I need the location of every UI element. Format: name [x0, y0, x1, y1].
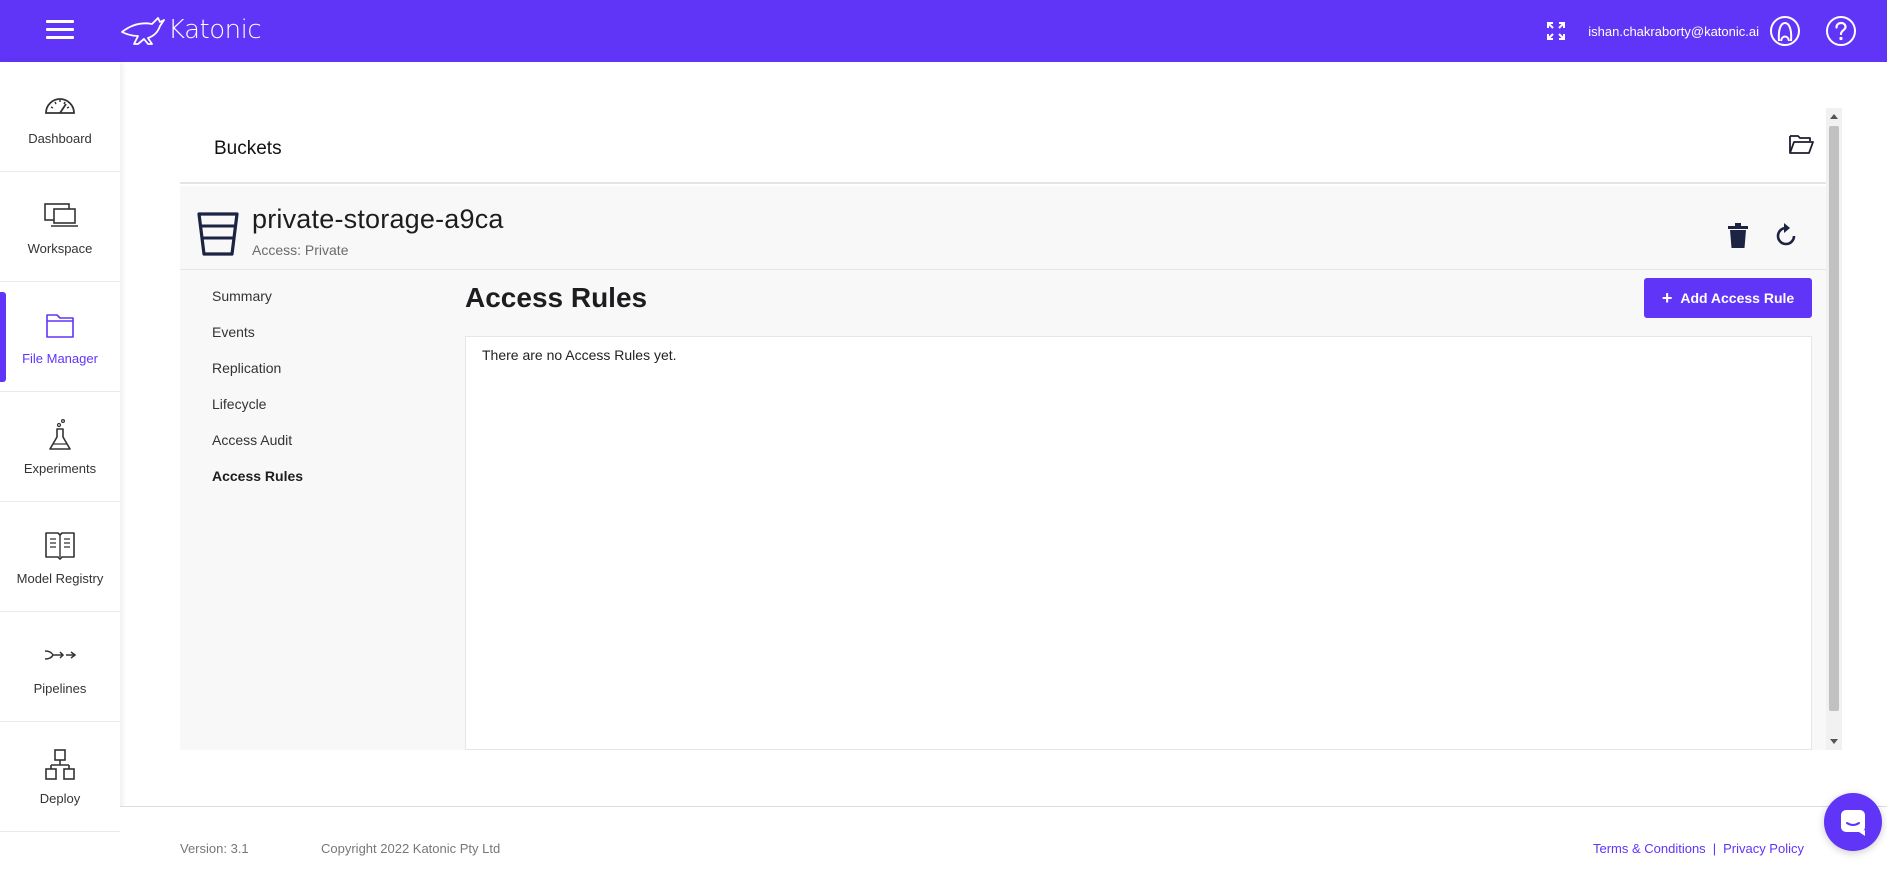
footer-separator: |	[1712, 841, 1717, 856]
menu-icon[interactable]	[46, 20, 74, 42]
bucket-side-menu: Summary Events Replication Lifecycle Acc…	[212, 286, 462, 502]
scroll-down-arrow-icon[interactable]	[1830, 739, 1838, 744]
menu-item-summary[interactable]: Summary	[212, 286, 462, 322]
sidebar: Dashboard Workspace File Manager Experim…	[0, 62, 120, 877]
gauge-icon	[45, 98, 75, 114]
sidebar-item-experiments[interactable]: Experiments	[0, 392, 120, 502]
book-icon	[45, 532, 75, 560]
page-title: Buckets	[214, 138, 282, 159]
scroll-up-arrow-icon[interactable]	[1830, 114, 1838, 119]
user-email[interactable]: ishan.chakraborty@katonic.ai	[1588, 24, 1759, 39]
brand-logo[interactable]: Katonic	[118, 10, 262, 50]
add-access-rule-label: Add Access Rule	[1680, 290, 1795, 306]
terms-link[interactable]: Terms & Conditions	[1593, 841, 1706, 856]
footer: Version: 3.1 Copyright 2022 Katonic Pty …	[120, 806, 1887, 877]
privacy-link[interactable]: Privacy Policy	[1723, 841, 1804, 856]
sidebar-item-deploy[interactable]: Deploy	[0, 722, 120, 832]
menu-item-replication[interactable]: Replication	[212, 358, 462, 394]
sidebar-item-label: Experiments	[23, 461, 97, 476]
sidebar-item-model-registry[interactable]: Model Registry	[0, 502, 120, 612]
bucket-detail: private-storage-a9ca Access: Private Sum…	[180, 186, 1826, 750]
chat-icon	[1841, 810, 1865, 836]
sidebar-item-label: File Manager	[22, 351, 98, 366]
chat-launcher-button[interactable]	[1824, 793, 1882, 851]
scroll-thumb[interactable]	[1829, 126, 1839, 711]
sidebar-item-label: Pipelines	[33, 681, 87, 696]
user-avatar-icon[interactable]	[1769, 15, 1801, 47]
buckets-panel: Buckets private-storage-a9ca Access: Pri…	[180, 108, 1826, 750]
bucket-icon	[197, 212, 239, 256]
menu-item-access-rules[interactable]: Access Rules	[212, 466, 462, 502]
sidebar-item-label: Workspace	[27, 241, 93, 256]
sidebar-item-label: Deploy	[39, 791, 81, 806]
folder-open-icon[interactable]	[1788, 132, 1814, 156]
kangaroo-logo-icon	[121, 17, 165, 45]
copyright-label: Copyright 2022 Katonic Pty Ltd	[321, 841, 501, 856]
main-content: Buckets private-storage-a9ca Access: Pri…	[180, 108, 1826, 750]
monitor-icon	[44, 203, 78, 227]
menu-item-lifecycle[interactable]: Lifecycle	[212, 394, 462, 430]
help-icon[interactable]	[1825, 15, 1857, 47]
bucket-access-label: Access: Private	[252, 242, 349, 258]
sidebar-item-dashboard[interactable]: Dashboard	[0, 62, 120, 172]
refresh-icon[interactable]	[1772, 222, 1800, 250]
bucket-header: private-storage-a9ca Access: Private	[180, 186, 1826, 270]
top-bar: Katonic ishan.chakraborty@katonic.ai	[0, 0, 1887, 62]
sidebar-item-label: Dashboard	[28, 131, 92, 146]
section-title: Access Rules	[465, 282, 648, 313]
add-access-rule-button[interactable]: + Add Access Rule	[1644, 278, 1812, 318]
plus-icon: +	[1661, 288, 1673, 308]
flask-icon	[49, 418, 71, 450]
vertical-scrollbar[interactable]	[1826, 108, 1842, 750]
menu-item-events[interactable]: Events	[212, 322, 462, 358]
sidebar-item-workspace[interactable]: Workspace	[0, 172, 120, 282]
empty-state-message: There are no Access Rules yet.	[482, 347, 677, 363]
fullscreen-icon[interactable]	[1544, 19, 1568, 43]
folder-icon	[46, 314, 74, 338]
sidebar-item-file-manager[interactable]: File Manager	[0, 282, 120, 392]
delete-icon[interactable]	[1724, 222, 1752, 250]
bucket-name: private-storage-a9ca	[252, 204, 504, 234]
brand-name: Katonic	[168, 15, 262, 45]
menu-item-access-audit[interactable]: Access Audit	[212, 430, 462, 466]
sidebar-item-label: Model Registry	[16, 571, 104, 586]
access-rules-list: There are no Access Rules yet.	[465, 336, 1812, 750]
version-label: Version: 3.1	[180, 841, 249, 856]
pipeline-icon	[44, 650, 77, 660]
network-icon	[45, 749, 75, 780]
sidebar-item-pipelines[interactable]: Pipelines	[0, 612, 120, 722]
panel-header: Buckets	[180, 108, 1826, 184]
